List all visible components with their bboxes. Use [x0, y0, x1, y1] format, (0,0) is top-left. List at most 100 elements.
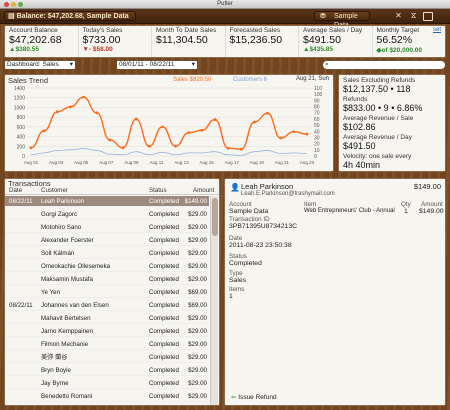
y-tick-label-right: 50	[314, 123, 320, 129]
legend-customers[interactable]: Customers 6	[233, 77, 267, 83]
customer-email[interactable]: Leah.E.Parkinson@trashymail.com	[241, 191, 335, 197]
sales-trend-panel: Sales Trend Sales $820.50 Customers 6 Au…	[4, 74, 334, 172]
x-tick-label: Aug 01	[24, 160, 39, 165]
column-header-status[interactable]: Status	[149, 187, 167, 194]
cell-date: 08/22/11	[9, 198, 33, 205]
x-tick-label: Aug 05	[74, 160, 89, 165]
table-row[interactable]: Filmon Mechanie Completed $29.00	[5, 339, 209, 350]
data-point	[55, 110, 59, 114]
kpi-label: Average Sales / Day	[303, 27, 363, 34]
transactions-scrollbar[interactable]	[210, 196, 218, 405]
column-header-date[interactable]: Date	[9, 187, 22, 194]
kpi-average-sales-day[interactable]: Average Sales / Day $491.50 ▲$435.85	[299, 26, 373, 57]
search-input[interactable]: ⌕	[322, 60, 446, 70]
kpi-label: Forecasted Sales	[229, 27, 281, 34]
stat-velocity: Velocity: one sale every 4h 40min	[343, 153, 412, 170]
kpi-forecasted-sales[interactable]: Forecasted Sales $15,236.50	[226, 26, 299, 57]
data-point	[95, 111, 99, 115]
cell-amount: $29.00	[188, 237, 207, 244]
window-titlebar: Putler	[0, 0, 450, 9]
table-row[interactable]: Mahavit Bertelsen Completed $29.00	[5, 313, 209, 324]
kpi-change: ◆of $20,000.00	[376, 47, 422, 54]
account-value: Sample Data	[229, 208, 269, 215]
y-tick-label-right: 110	[314, 86, 322, 92]
legend-sales[interactable]: Sales $820.50	[173, 77, 211, 83]
column-header-customer[interactable]: Customer	[41, 187, 68, 194]
tools-icon[interactable]: ✕	[393, 11, 404, 21]
table-row[interactable]: Gorgi Zagorc Completed $29.00	[5, 209, 209, 220]
date-range-picker[interactable]: 08/01/11 - 08/22/11 ▾	[116, 60, 198, 70]
table-row[interactable]: Omeokachie Ollesemeka Completed $29.00	[5, 261, 209, 272]
table-row[interactable]: Solt Kálmán Completed $29.00	[5, 248, 209, 259]
data-point	[147, 144, 151, 148]
customer-name: Leah Parkinson	[241, 182, 294, 191]
cell-amount: $29.00	[188, 315, 207, 322]
x-tick-label: Aug 07	[99, 160, 114, 165]
table-row[interactable]: 08/22/11 Johannes van den Elsen Completed $…	[5, 300, 209, 311]
kpi-monthly-target[interactable]: Monthly Target set 56.52% ◆of $20,000.00	[373, 26, 446, 57]
item-amount-value: $149.00	[419, 208, 444, 215]
type-label: Type	[229, 270, 243, 277]
cell-customer: Omeokachie Ollesemeka	[41, 263, 111, 270]
stat-sales-excluding-refunds: Sales Excluding Refunds $12,137.50 • 118	[343, 77, 416, 94]
data-point	[121, 146, 125, 150]
date-value: 2011-08-23 23:50:38	[229, 242, 292, 249]
sales-trend-chart[interactable]: 0200400600800100012001400010203040506070…	[5, 84, 334, 172]
status-label: Status	[229, 253, 247, 260]
table-row[interactable]: Jarno Kemppainen Completed $29.00	[5, 326, 209, 337]
cell-amount: $149.00	[184, 198, 207, 205]
cell-status: Completed	[149, 302, 179, 309]
table-row[interactable]: Motohiro Sano Completed $29.00	[5, 222, 209, 233]
database-icon: ⛃	[320, 13, 326, 20]
transaction-id-label: Transaction ID	[229, 216, 270, 223]
table-row[interactable]: Ye Yen Completed $69.00	[5, 287, 209, 298]
cell-status: Completed	[149, 211, 179, 218]
dashboard-select[interactable]: Dashboard: Sales ▾	[4, 60, 76, 70]
cell-customer: 美弥 蘭谷	[41, 354, 68, 361]
y-tick-label-right: 40	[314, 129, 320, 135]
set-target-link[interactable]: set	[433, 27, 441, 33]
data-point	[82, 95, 85, 99]
scroll-thumb[interactable]	[212, 198, 218, 236]
y-tick-label-right: 60	[314, 117, 320, 123]
table-row[interactable]: Maksamin Mustafa Completed $29.00	[5, 274, 209, 285]
x-tick-label: Aug 23	[300, 160, 315, 165]
x-tick-label: Aug 03	[49, 160, 64, 165]
chart-date-label: Aug 21, Sun	[295, 76, 329, 82]
qty-label: Qty	[401, 201, 411, 208]
data-point	[161, 125, 164, 129]
layout-icon[interactable]	[423, 12, 433, 21]
kpi-month-to-date[interactable]: Month To Date Sales $11,304.50	[152, 26, 226, 57]
x-tick-label: Aug 21	[275, 160, 290, 165]
kpi-account-balance[interactable]: Account Balance $47,202.68 ▲$380.55	[5, 26, 79, 57]
kpi-value: $11,304.50	[156, 34, 208, 46]
x-tick-label: Aug 13	[174, 160, 189, 165]
cell-status: Completed	[149, 198, 179, 205]
issue-refund-button[interactable]: ⇐ Issue Refund	[231, 393, 277, 401]
data-point	[239, 147, 243, 151]
y-tick-label-right: 0	[314, 154, 317, 160]
dashboard-value: Sales	[42, 61, 59, 68]
table-row[interactable]: 08/22/11 Leah Parkinson Completed $149.00	[5, 196, 209, 207]
transaction-amount: $149.00	[413, 182, 441, 191]
table-row[interactable]: Jay Byrne Completed $29.00	[5, 378, 209, 389]
chevron-down-icon: ▾	[191, 61, 195, 68]
kpi-value: $733.00	[82, 34, 121, 46]
kpi-todays-sales[interactable]: Today's Sales $733.00 ▼- $58.00	[79, 26, 152, 57]
data-point	[253, 120, 256, 124]
data-point	[42, 129, 46, 133]
data-source-button[interactable]: ⛃ Sample Data	[314, 11, 370, 29]
filter-icon[interactable]: ⧖	[408, 11, 419, 21]
cell-status: Completed	[149, 354, 179, 361]
cell-amount: $29.00	[188, 211, 207, 218]
table-row[interactable]: Bryn Boyle Completed $29.00	[5, 365, 209, 376]
table-row[interactable]: Benedetto Romani Completed $29.00	[5, 391, 209, 402]
table-row[interactable]: 美弥 蘭谷 Completed $29.00	[5, 352, 209, 363]
column-header-amount[interactable]: Amount	[193, 187, 214, 194]
close-window-button[interactable]	[4, 2, 9, 7]
cell-customer: Leah Parkinson	[41, 198, 84, 205]
cell-customer: Motohiro Sano	[41, 224, 82, 231]
minimize-window-button[interactable]	[11, 2, 16, 7]
zoom-window-button[interactable]	[18, 2, 23, 7]
table-row[interactable]: Alexander Foerster Completed $29.00	[5, 235, 209, 246]
